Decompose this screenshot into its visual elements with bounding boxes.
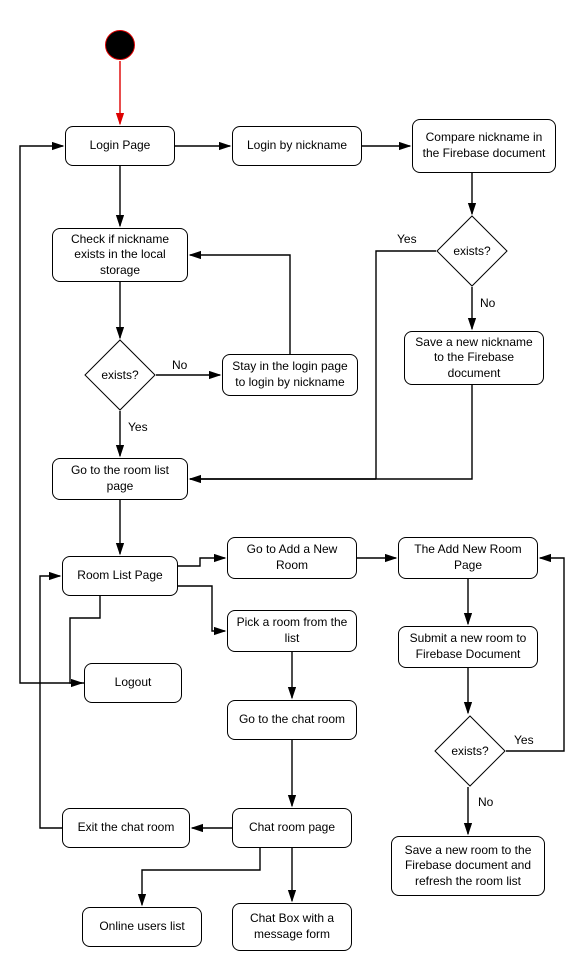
node-logout: Logout xyxy=(84,663,182,703)
node-label: Check if nickname exists in the local st… xyxy=(61,232,179,279)
node-label: Go to Add a New Room xyxy=(236,542,348,573)
decision-exists-1: exists? xyxy=(436,215,508,287)
node-label: Go to the chat room xyxy=(239,712,345,728)
start-node xyxy=(105,30,135,60)
node-go-add-room: Go to Add a New Room xyxy=(227,537,357,579)
edge-label-yes: Yes xyxy=(397,232,417,246)
node-label: Stay in the login page to login by nickn… xyxy=(231,359,349,390)
node-label: Chat Box with a message form xyxy=(241,911,343,942)
node-pick-room: Pick a room from the list xyxy=(227,610,357,652)
decision-label: exists? xyxy=(453,244,490,258)
node-compare-nickname: Compare nickname in the Firebase documen… xyxy=(412,119,556,173)
edge-label-no: No xyxy=(172,358,187,372)
node-label: Pick a room from the list xyxy=(236,615,348,646)
node-exit-chat: Exit the chat room xyxy=(62,808,190,848)
node-label: Room List Page xyxy=(77,568,162,584)
node-login-page: Login Page xyxy=(65,126,175,166)
edge-label-no: No xyxy=(480,296,495,310)
node-stay-login: Stay in the login page to login by nickn… xyxy=(222,354,358,396)
node-save-room: Save a new room to the Firebase document… xyxy=(391,836,545,896)
node-go-chat-room: Go to the chat room xyxy=(227,700,357,740)
node-label: Logout xyxy=(115,675,152,691)
node-online-users: Online users list xyxy=(82,907,202,947)
node-add-room-page: The Add New Room Page xyxy=(398,537,538,579)
node-label: Login by nickname xyxy=(247,138,347,154)
node-label: The Add New Room Page xyxy=(407,542,529,573)
edge-label-no: No xyxy=(478,795,493,809)
node-login-by-nickname: Login by nickname xyxy=(232,126,362,166)
edge-label-yes: Yes xyxy=(128,420,148,434)
node-label: Login Page xyxy=(90,138,151,154)
node-go-room-list: Go to the room list page xyxy=(52,458,188,500)
node-label: Go to the room list page xyxy=(61,463,179,494)
decision-exists-2: exists? xyxy=(84,339,156,411)
node-submit-room: Submit a new room to Firebase Document xyxy=(398,626,538,668)
node-room-list-page: Room List Page xyxy=(62,556,178,596)
edge-label-yes: Yes xyxy=(514,733,534,747)
node-chat-room-page: Chat room page xyxy=(232,808,352,848)
decision-exists-3: exists? xyxy=(434,715,506,787)
node-label: Online users list xyxy=(99,919,184,935)
decision-label: exists? xyxy=(101,368,138,382)
node-label: Save a new nickname to the Firebase docu… xyxy=(413,335,535,382)
node-check-local: Check if nickname exists in the local st… xyxy=(52,228,188,282)
node-label: Compare nickname in the Firebase documen… xyxy=(421,130,547,161)
decision-label: exists? xyxy=(451,744,488,758)
node-save-nickname: Save a new nickname to the Firebase docu… xyxy=(404,331,544,385)
node-chat-box: Chat Box with a message form xyxy=(232,903,352,951)
node-label: Chat room page xyxy=(249,820,335,836)
node-label: Save a new room to the Firebase document… xyxy=(400,843,536,890)
node-label: Exit the chat room xyxy=(78,820,175,836)
node-label: Submit a new room to Firebase Document xyxy=(407,631,529,662)
